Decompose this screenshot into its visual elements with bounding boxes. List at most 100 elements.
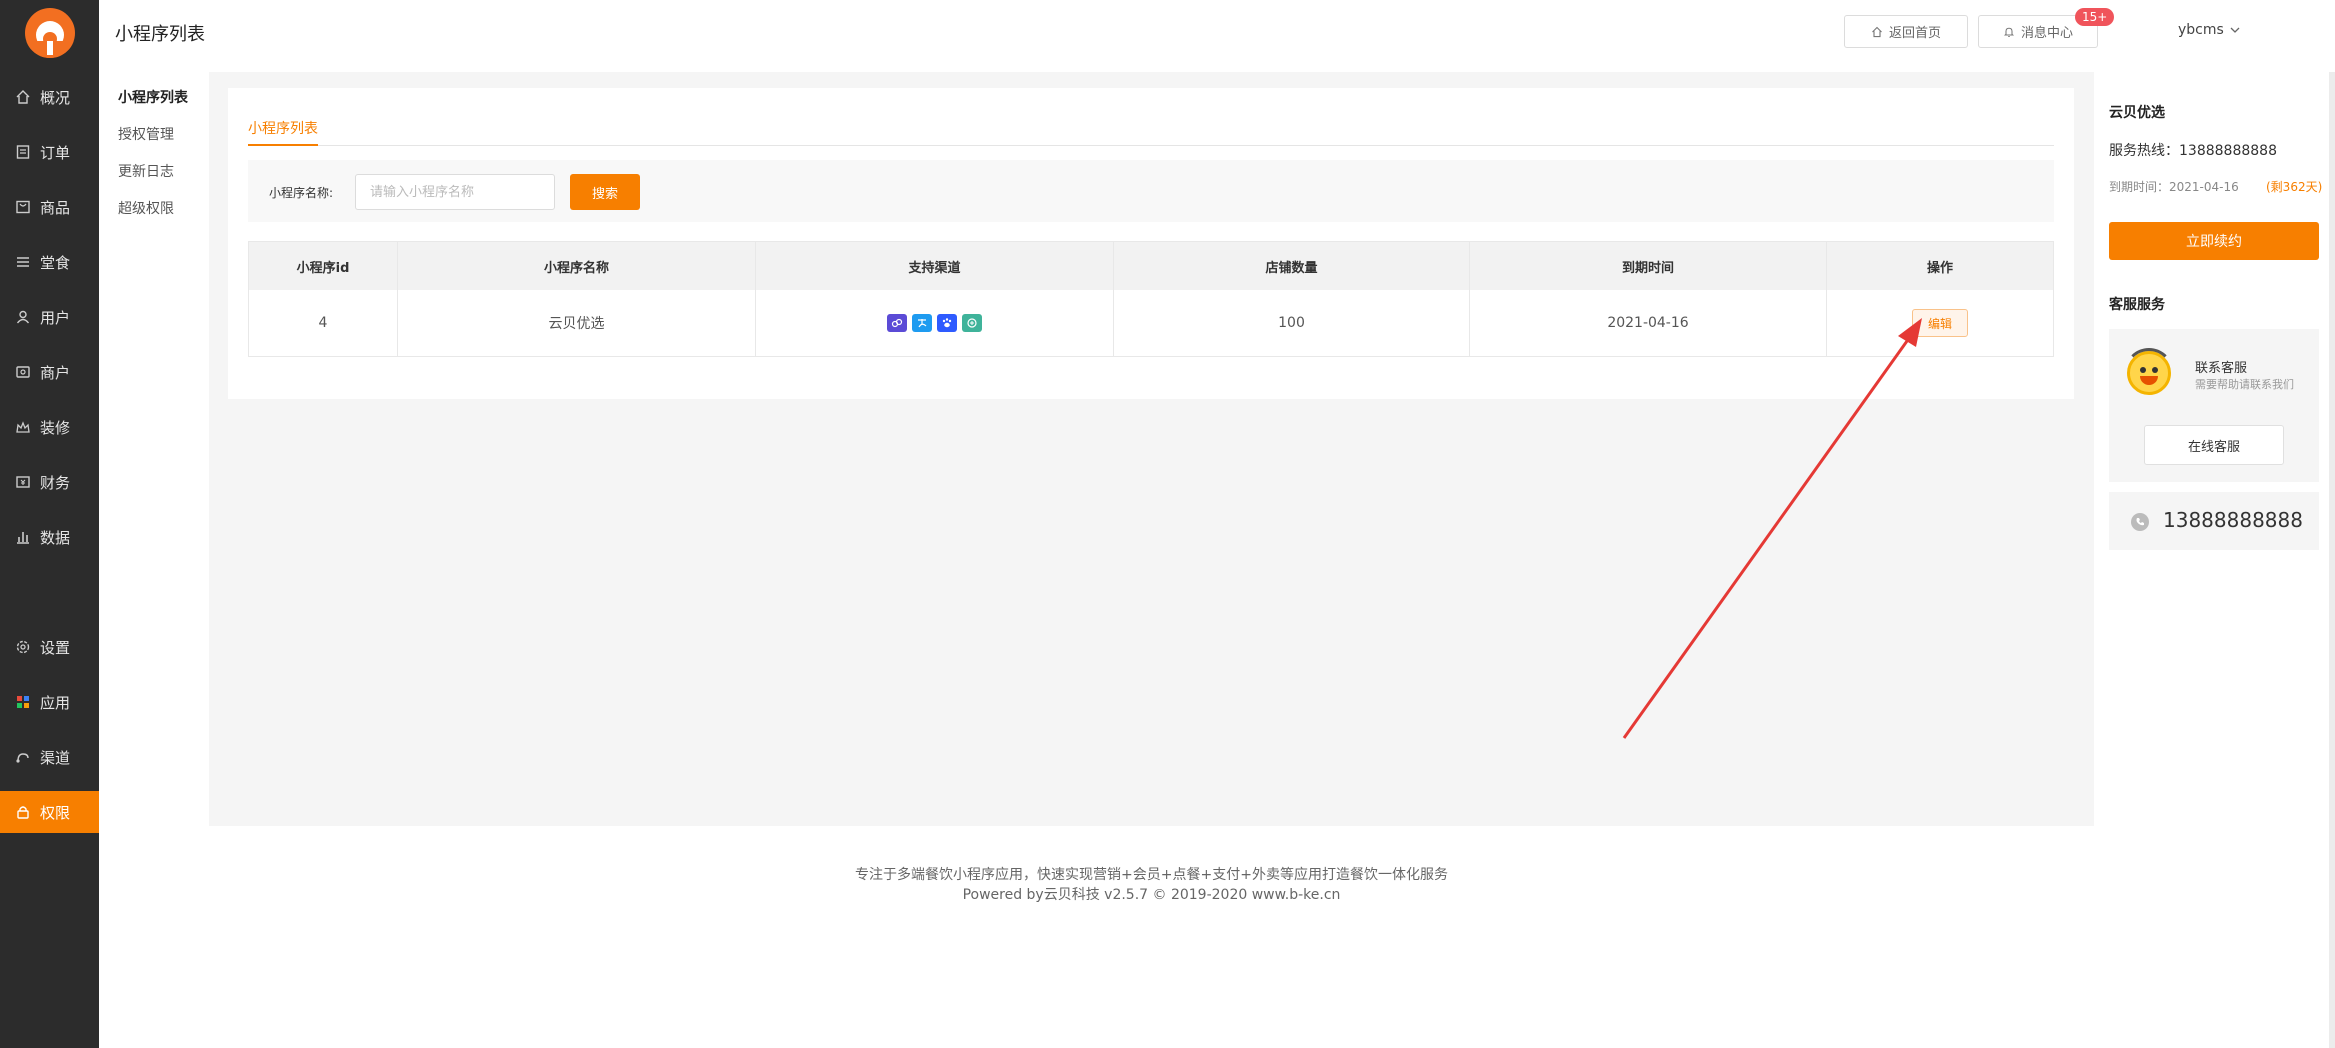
decorate-icon <box>14 418 32 436</box>
column-header: 小程序名称 <box>398 242 756 290</box>
customer-service-avatar-icon <box>2124 348 2174 395</box>
bell-icon <box>2003 26 2015 38</box>
main-sidebar: 概况 订单 商品 堂食 用户 商户 装修 财务 数据 设置 应用 渠道 权限 <box>0 0 99 1048</box>
search-label: 小程序名称: <box>269 186 334 200</box>
sidebar-item-data[interactable]: 数据 <box>0 516 99 558</box>
days-remaining: (剩362天) <box>2266 180 2323 194</box>
phone-icon <box>2131 513 2149 531</box>
message-center-label: 消息中心 <box>2020 26 2073 41</box>
mini-program-channel-icon <box>887 314 907 332</box>
sidebar-item-label: 商户 <box>40 363 71 382</box>
page-title: 小程序列表 <box>115 24 205 45</box>
sidebar-item-channel[interactable]: 渠道 <box>0 736 99 778</box>
username: ybcms <box>2178 22 2224 38</box>
column-header: 店铺数量 <box>1114 242 1470 290</box>
account-name: 云贝优选 <box>2109 105 2165 121</box>
sidebar-item-label: 设置 <box>40 638 71 657</box>
merchant-icon <box>14 363 32 381</box>
message-count-badge: 15+ <box>2075 8 2115 26</box>
menu-icon <box>14 253 32 271</box>
logo-icon <box>24 8 75 58</box>
cell-shop-count: 100 <box>1114 290 1470 356</box>
sidebar-item-merchants[interactable]: 商户 <box>0 351 99 393</box>
lock-icon <box>14 803 32 821</box>
footer-copyright: Powered by云贝科技 v2.5.7 © 2019-2020 www.b-… <box>962 887 1341 903</box>
apps-icon <box>14 693 32 711</box>
sidebar-item-decorate[interactable]: 装修 <box>0 406 99 448</box>
home-icon <box>14 88 32 106</box>
contact-service-subtitle: 需要帮助请联系我们 <box>2195 378 2294 391</box>
sidebar-item-goods[interactable]: 商品 <box>0 186 99 228</box>
sidebar-item-apps[interactable]: 应用 <box>0 681 99 723</box>
submenu-item-super-permission[interactable]: 超级权限 <box>118 198 174 218</box>
sidebar-item-label: 概况 <box>40 88 71 107</box>
footer-slogan: 专注于多端餐饮小程序应用，快速实现营销+会员+点餐+支付+外卖等应用打造餐饮一体… <box>855 867 1448 883</box>
sidebar-item-label: 应用 <box>40 693 71 712</box>
sidebar-item-finance[interactable]: 财务 <box>0 461 99 503</box>
submenu-item-auth-management[interactable]: 授权管理 <box>118 124 174 144</box>
main-card: 小程序列表 小程序名称: 搜索 小程序id 小程序名称 支持渠道 店铺数量 到期… <box>228 88 2074 399</box>
order-icon <box>14 143 32 161</box>
sidebar-item-label: 数据 <box>40 528 71 547</box>
finance-icon <box>14 473 32 491</box>
submenu-item-update-log[interactable]: 更新日志 <box>118 161 174 181</box>
back-home-label: 返回首页 <box>1888 26 1941 41</box>
goods-icon <box>14 198 32 216</box>
column-header: 小程序id <box>249 242 398 290</box>
sidebar-item-permissions[interactable]: 权限 <box>0 791 99 833</box>
home-icon <box>1871 26 1883 38</box>
secondary-menu: 小程序列表 授权管理 更新日志 超级权限 <box>99 72 209 1048</box>
tab-active-indicator <box>248 144 318 146</box>
search-bar: 小程序名称: 搜索 <box>248 160 2054 222</box>
sidebar-item-settings[interactable]: 设置 <box>0 626 99 668</box>
cell-name: 云贝优选 <box>398 290 756 356</box>
cell-channels <box>756 290 1114 356</box>
logo[interactable] <box>0 0 99 66</box>
sidebar-item-label: 财务 <box>40 473 71 492</box>
cell-id: 4 <box>249 290 398 356</box>
edit-button[interactable]: 编辑 <box>1912 309 1968 337</box>
sidebar-item-label: 商品 <box>40 198 71 217</box>
phone-number: 13888888888 <box>2163 508 2303 532</box>
sidebar-item-label: 渠道 <box>40 748 71 767</box>
online-service-button[interactable]: 在线客服 <box>2144 425 2284 465</box>
tab-divider <box>248 145 2054 146</box>
column-header: 到期时间 <box>1470 242 1827 290</box>
sidebar-item-label: 堂食 <box>40 253 71 272</box>
cell-expire-date: 2021-04-16 <box>1470 290 1827 356</box>
search-input[interactable] <box>355 174 555 210</box>
phone-box: 13888888888 <box>2109 492 2319 550</box>
customer-service-box: 联系客服 需要帮助请联系我们 在线客服 <box>2109 329 2319 482</box>
scrollbar[interactable] <box>2329 72 2335 1048</box>
sidebar-item-label: 权限 <box>40 803 71 822</box>
tab-miniprogram-list[interactable]: 小程序列表 <box>248 118 318 138</box>
account-panel: 云贝优选 服务热线：13888888888 到期时间：2021-04-16 (剩… <box>2094 72 2335 1048</box>
back-home-button[interactable]: 返回首页 <box>1844 15 1968 48</box>
submenu-item-miniprogram-list[interactable]: 小程序列表 <box>118 87 188 107</box>
h5-channel-icon <box>962 314 982 332</box>
sidebar-item-orders[interactable]: 订单 <box>0 131 99 173</box>
alipay-channel-icon <box>912 314 932 332</box>
chart-icon <box>14 528 32 546</box>
sidebar-item-dine-in[interactable]: 堂食 <box>0 241 99 283</box>
gear-icon <box>14 638 32 656</box>
service-section-title: 客服服务 <box>2109 297 2165 313</box>
page-footer: 专注于多端餐饮小程序应用，快速实现营销+会员+点餐+支付+外卖等应用打造餐饮一体… <box>209 826 2094 1048</box>
column-header: 操作 <box>1926 260 1953 276</box>
user-menu[interactable]: ybcms <box>2178 22 2240 38</box>
contact-service-title: 联系客服 <box>2195 361 2248 376</box>
renew-button[interactable]: 立即续约 <box>2109 222 2319 260</box>
miniprogram-table: 小程序id 小程序名称 支持渠道 店铺数量 到期时间 操作 4 云贝优选 100… <box>248 241 2054 357</box>
sidebar-item-label: 装修 <box>40 418 71 437</box>
channel-icon <box>14 748 32 766</box>
sidebar-item-overview[interactable]: 概况 <box>0 76 99 118</box>
chevron-down-icon <box>2230 25 2240 35</box>
column-header: 支持渠道 <box>756 242 1114 290</box>
sidebar-item-label: 用户 <box>40 308 71 327</box>
search-button[interactable]: 搜索 <box>570 174 640 210</box>
table-header: 小程序id 小程序名称 支持渠道 店铺数量 到期时间 操作 <box>249 242 2053 290</box>
expire-date: 到期时间：2021-04-16 <box>2109 180 2239 194</box>
user-icon <box>14 308 32 326</box>
sidebar-item-users[interactable]: 用户 <box>0 296 99 338</box>
sidebar-item-label: 订单 <box>40 143 71 162</box>
